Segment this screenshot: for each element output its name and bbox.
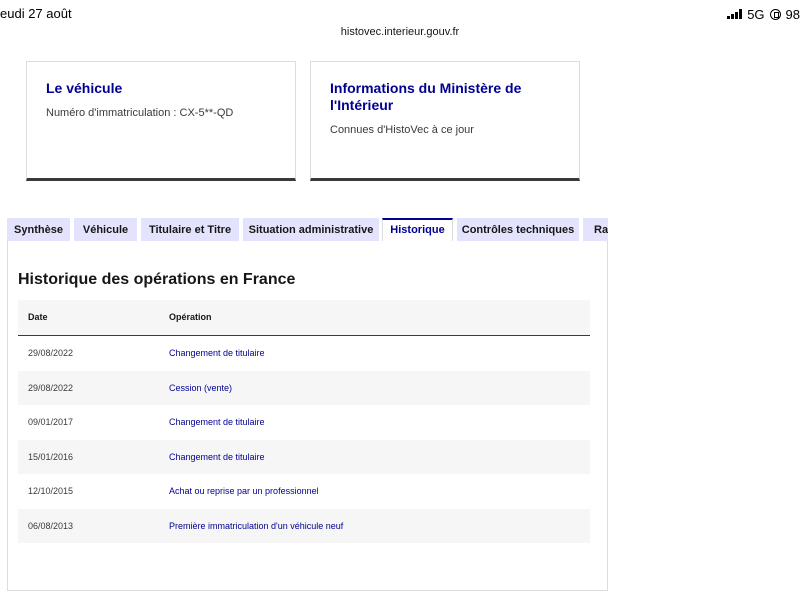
row-operation-link[interactable]: Changement de titulaire — [169, 348, 265, 358]
table-row: 12/10/2015 Achat ou reprise par un profe… — [18, 474, 590, 509]
rotation-lock-icon — [769, 8, 781, 20]
card-title: Le véhicule — [46, 80, 123, 96]
history-panel: Historique des opérations en France Date… — [7, 241, 608, 591]
network-type: 5G — [747, 6, 765, 22]
status-indicators: 5G 98 — [727, 6, 800, 22]
row-date: 29/08/2022 — [28, 382, 74, 393]
url-text: histovec.interieur.gouv.fr — [340, 26, 460, 38]
row-date: 09/01/2017 — [28, 417, 74, 427]
row-operation-link[interactable]: Achat ou reprise par un professionnel — [169, 486, 319, 496]
status-time: eudi 27 août — [0, 6, 72, 21]
tab-vehicule[interactable]: Véhicule — [74, 218, 137, 242]
card-description: Connues d'HistoVec à ce jour — [330, 124, 474, 136]
cellular-signal-icon — [727, 9, 743, 19]
table-row: 29/08/2022 Changement de titulaire — [18, 336, 590, 371]
row-operation-link[interactable]: Changement de titulaire — [169, 452, 265, 462]
row-date: 29/08/2022 — [28, 348, 74, 358]
tab-situation-administrative[interactable]: Situation administrative — [243, 218, 379, 242]
card-title: Informations du Ministère de l'Intérieur — [330, 80, 522, 113]
section-title: Historique des opérations en France — [18, 271, 296, 288]
address-bar[interactable]: histovec.interieur.gouv.fr — [0, 22, 800, 40]
row-operation-link[interactable]: Cession (vente) — [169, 383, 232, 393]
row-operation-link[interactable]: Changement de titulaire — [169, 417, 265, 427]
table-row: 09/01/2017 Changement de titulaire — [18, 405, 590, 440]
table-row: 15/01/2016 Changement de titulaire — [18, 439, 590, 474]
column-header-date: Date — [28, 312, 48, 322]
table-row: 06/08/2013 Première immatriculation d'un… — [18, 508, 590, 543]
row-date: 12/10/2015 — [28, 486, 74, 496]
tab-rapport[interactable]: Rap — [583, 218, 608, 242]
battery-level: 98 — [785, 6, 800, 22]
history-table: Date Opération 29/08/2022 Changement de … — [18, 300, 590, 543]
table-row: 29/08/2022 Cession (vente) — [18, 370, 590, 405]
tab-titulaire-titre[interactable]: Titulaire et Titre — [141, 218, 239, 242]
tab-controles-techniques[interactable]: Contrôles techniques — [457, 218, 579, 242]
tab-synthese[interactable]: Synthèse — [7, 218, 70, 242]
card-description: Numéro d'immatriculation : CX-5**-QD — [46, 107, 234, 119]
column-header-operation: Opération — [169, 312, 212, 322]
row-operation-link[interactable]: Première immatriculation d'un véhicule n… — [169, 521, 343, 531]
table-header: Date Opération — [18, 300, 590, 336]
tab-historique[interactable]: Historique — [382, 218, 453, 242]
tab-bar: Synthèse Véhicule Titulaire et Titre Sit… — [7, 218, 608, 242]
row-date: 15/01/2016 — [28, 451, 74, 462]
vehicle-card: Le véhicule Numéro d'immatriculation : C… — [26, 61, 296, 181]
ministry-info-card: Informations du Ministère de l'Intérieur… — [310, 61, 580, 181]
row-date: 06/08/2013 — [28, 520, 74, 531]
